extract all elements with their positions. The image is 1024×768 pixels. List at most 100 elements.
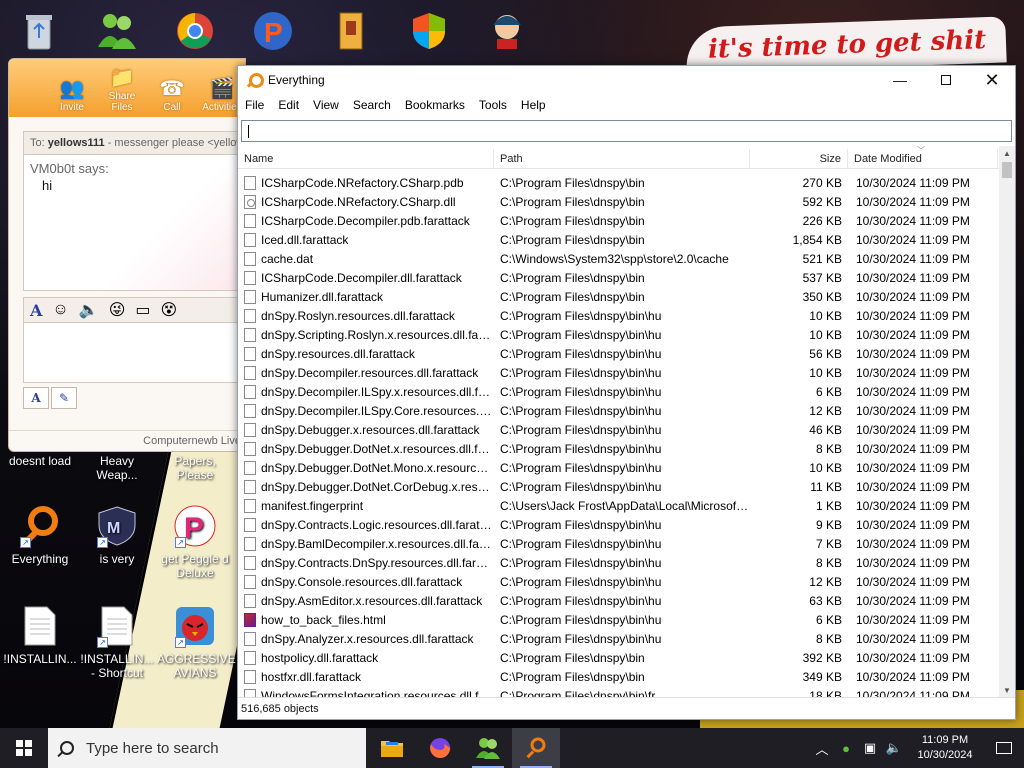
background-icon[interactable]: ▭ [135,300,150,320]
desktop-icon-aggressive-avians[interactable]: ↗ AGGRESSIVE AVIANS [157,604,236,680]
taskbar-search-box[interactable]: Type here to search [48,728,366,768]
menu-tools[interactable]: Tools [472,98,514,112]
chrome-icon[interactable] [170,6,220,56]
vertical-scrollbar[interactable]: ▲ ▼ [999,146,1015,699]
table-row[interactable]: dnSpy.Roslyn.resources.dll.farattack C:\P… [238,306,1000,325]
maximize-button[interactable] [923,66,969,94]
messenger-tray-icon[interactable]: ● [834,741,858,756]
text-mode-tab[interactable]: A [23,387,49,409]
search-box[interactable] [241,120,1012,142]
results-list[interactable]: ICSharpCode.NRefactory.CSharp.pdb C:\Prog… [238,173,1000,699]
table-row[interactable]: hostfxr.dll.farattack C:\Program Files\dn… [238,667,1000,686]
table-row[interactable]: ICSharpCode.Decompiler.pdb.farattack C:\P… [238,211,1000,230]
menu-edit[interactable]: Edit [271,98,306,112]
desktop-icon-label: doesnt load [8,454,72,468]
table-row[interactable]: dnSpy.Console.resources.dll.farattack C:\… [238,572,1000,591]
messenger-window[interactable]: 👥 Invite 📁 Share Files ☎ Call 🎬 Activities T… [8,58,246,452]
call-button[interactable]: ☎ Call [149,76,195,113]
file-path: C:\Program Files\dnspy\bin [500,669,645,684]
column-header-size[interactable]: Size [750,149,848,168]
book-icon[interactable] [326,6,376,56]
title-bar[interactable]: Everything — ✕ [238,66,1015,94]
menu-view[interactable]: View [306,98,346,112]
table-row[interactable]: dnSpy.Debugger.x.resources.dll.farattack… [238,420,1000,439]
table-row[interactable]: manifest.fingerprint C:\Users\Jack Frost\… [238,496,1000,515]
game-character-icon[interactable] [482,6,532,56]
handwriting-mode-tab[interactable]: ✎ [51,387,77,409]
table-row[interactable]: ICSharpCode.Decompiler.dll.farattack C:\P… [238,268,1000,287]
table-row[interactable]: dnSpy.AsmEditor.x.resources.dll.farattac… [238,591,1000,610]
file-path: C:\Program Files\dnspy\bin\hu [500,308,662,323]
share-files-button[interactable]: 📁 Share Files [99,65,145,113]
desktop-icon-peggle[interactable]: P ↗ get Peggle d Deluxe [157,504,233,580]
table-row[interactable]: ICSharpCode.NRefactory.CSharp.pdb C:\Prog… [238,173,1000,192]
column-header-name[interactable]: Name [238,149,494,168]
desktop-icon-heavy-weapon[interactable]: Heavy Weap... [79,454,155,482]
file-name: Iced.dll.farattack [261,232,349,247]
menu-bookmarks[interactable]: Bookmarks [398,98,472,112]
network-icon[interactable]: ▣ [858,740,882,756]
desktop-icon-installing[interactable]: !INSTALLIN... [2,604,78,666]
menu-file[interactable]: File [238,98,271,112]
minimize-button[interactable]: — [877,66,923,94]
desktop-icon-papers-please[interactable]: Papers, Please [157,454,233,482]
table-row[interactable]: dnSpy.Debugger.DotNet.CorDebug.x.resourc… [238,477,1000,496]
table-row[interactable]: dnSpy.Contracts.DnSpy.resources.dll.fara… [238,553,1000,572]
table-row[interactable]: dnSpy.Scripting.Roslyn.x.resources.dll.f… [238,325,1000,344]
voice-clip-icon[interactable]: 🔈 [79,300,99,320]
emoticon-icon[interactable]: ☺ [52,301,68,319]
table-row[interactable]: how_to_back_files.html C:\Program Files\d… [238,610,1000,629]
column-header-path[interactable]: Path [494,149,750,168]
table-row[interactable]: cache.dat C:\Windows\System32\spp\store\2… [238,249,1000,268]
nudge-icon[interactable]: 😵 [161,300,178,320]
table-row[interactable]: dnSpy.Decompiler.resources.dll.farattack… [238,363,1000,382]
file-date: 10/30/2024 11:09 PM [856,574,970,589]
desktop-icon-doesnt-load[interactable]: doesnt load [2,454,78,468]
desktop-icon-everything[interactable]: ↗ Everything [2,504,78,566]
scroll-up-icon[interactable]: ▲ [999,146,1015,162]
message-input[interactable] [23,323,239,383]
volume-icon[interactable]: 🔈 [882,740,906,756]
table-row[interactable]: dnSpy.Debugger.DotNet.x.resources.dll.fa… [238,439,1000,458]
menu-help[interactable]: Help [514,98,553,112]
menu-search[interactable]: Search [346,98,398,112]
notifications-button[interactable] [984,742,1024,754]
close-button[interactable]: ✕ [969,66,1015,94]
table-row[interactable]: dnSpy.resources.dll.farattack C:\Program … [238,344,1000,363]
table-row[interactable]: dnSpy.Analyzer.x.resources.dll.farattack… [238,629,1000,648]
taskbar-firefox[interactable] [416,728,464,768]
table-row[interactable]: Humanizer.dll.farattack C:\Program Files\… [238,287,1000,306]
recycle-bin-icon[interactable] [14,6,64,56]
taskbar-everything[interactable] [512,728,560,768]
clock[interactable]: 11:09 PM 10/30/2024 [906,733,984,763]
search-input[interactable] [242,121,1011,141]
windows-security-icon[interactable] [404,6,454,56]
invite-button[interactable]: 👥 Invite [49,76,95,113]
file-name: how_to_back_files.html [261,612,386,627]
show-hidden-icons-icon[interactable]: ︿ [810,739,834,758]
file-path: C:\Program Files\dnspy\bin [500,270,645,285]
font-icon[interactable]: A [30,301,42,320]
table-row[interactable]: dnSpy.Debugger.DotNet.Mono.x.resources.d… [238,458,1000,477]
desktop-icon-installing-shortcut[interactable]: ↗ !INSTALLIN... - Shortcut [79,604,155,680]
table-row[interactable]: Iced.dll.farattack C:\Program Files\dnspy… [238,230,1000,249]
table-row[interactable]: ICSharpCode.NRefactory.CSharp.dll C:\Prog… [238,192,1000,211]
table-row[interactable]: dnSpy.Decompiler.ILSpy.Core.resources.dl… [238,401,1000,420]
messenger-people-icon[interactable] [92,6,142,56]
wink-icon[interactable]: 😜 [109,300,126,320]
everything-window[interactable]: Everything — ✕ File Edit View Search Boo… [237,65,1016,720]
everything-icon: ↗ [18,504,62,548]
file-size: 6 KB [815,612,842,627]
scrollbar-thumb[interactable] [1002,162,1012,178]
table-row[interactable]: dnSpy.Decompiler.ILSpy.x.resources.dll.f… [238,382,1000,401]
table-row[interactable]: dnSpy.BamlDecompiler.x.resources.dll.far… [238,534,1000,553]
desktop-icon-is-very[interactable]: M ↗ is very [79,504,155,566]
table-row[interactable]: hostpolicy.dll.farattack C:\Program Files… [238,648,1000,667]
taskbar-file-explorer[interactable] [368,728,416,768]
desktop-icon-label: AGGRESSIVE AVIANS [157,652,236,680]
peggle-icon[interactable]: P [248,6,298,56]
table-row[interactable]: dnSpy.Contracts.Logic.resources.dll.fara… [238,515,1000,534]
cell-name: dnSpy.Console.resources.dll.farattack [238,574,494,589]
taskbar-messenger[interactable] [464,728,512,768]
start-button[interactable] [0,728,48,768]
